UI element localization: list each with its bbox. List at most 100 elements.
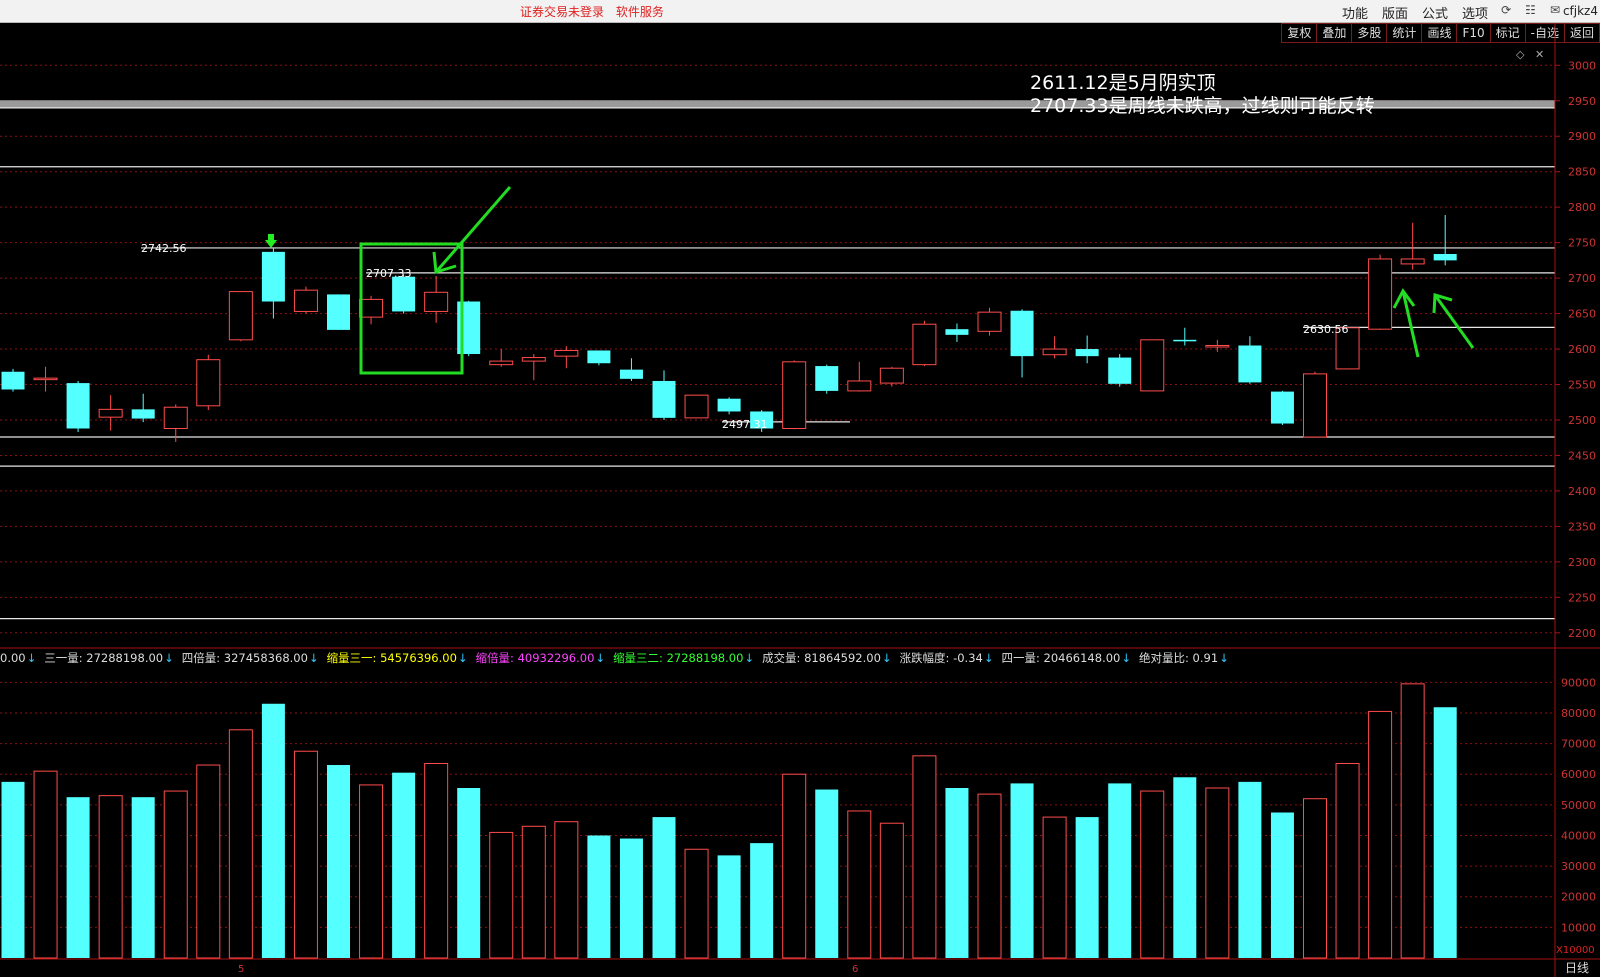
y-tick-label: 2650 [1568,308,1596,321]
volume-bar-up [782,773,807,959]
candle [1173,327,1197,346]
volume-bar-up [228,729,253,959]
indicator-text: 四倍量: 327458368.00 [181,651,308,665]
indicator-item: 四倍量: 327458368.00↓ [182,651,319,665]
candle-body-down [1238,345,1262,383]
y-tick-label: 2950 [1568,95,1596,108]
y-tick-label: 2850 [1568,166,1596,179]
indicator-item: 涨跌幅度: -0.34↓ [900,651,994,665]
volume-bar-up [196,764,221,959]
candle [1140,339,1165,392]
candle-body-up [1042,348,1067,356]
candle-body-down [392,276,416,312]
volume-bar-up [847,810,872,959]
volume-multiplier: X10000 [1556,945,1595,956]
volume-bar-up [424,762,449,959]
volume-bar-down [815,789,839,958]
period-day-label[interactable]: 日线 [1554,959,1600,977]
candle [131,393,155,423]
candle [1368,254,1393,330]
candle [98,395,123,431]
price-label-2742: 2742.56 [141,242,187,255]
arrow-down-icon: ↓ [1219,651,1229,665]
candle-body-up [977,311,1002,332]
candle-body-up [684,394,709,419]
volume-bar-up [33,770,58,959]
volume-bar-down [1270,812,1294,958]
price-label-2707: 2707.33 [366,267,412,280]
y-tick-label: 2300 [1568,556,1596,569]
candle-body-down [652,380,676,418]
volume-bar-down [392,772,416,958]
candle-body-up [1303,373,1327,438]
candle-body-up [912,323,937,366]
volume-bar-down [1238,781,1262,958]
candle [652,370,676,420]
indicator-item: 四一量: 20466148.00↓ [1002,651,1132,665]
candle-body-up [521,357,546,362]
volume-bar-down [1,781,25,958]
diamond-icon[interactable]: ◇ [1516,48,1525,61]
indicator-text: 绝对量比: 0.91 [1139,651,1219,665]
arrow-down-icon: ↓ [308,651,319,665]
volume-bar-down [1173,777,1197,958]
candle [327,294,350,330]
volume-bar-down [1433,707,1457,958]
price-grid [0,64,1555,634]
candle-body-down [131,409,155,419]
volume-bar-up [554,821,579,959]
y-tick-label: 2200 [1568,627,1596,640]
candle [684,394,709,419]
candle [782,360,807,430]
arrow-down-icon: ↓ [744,651,755,665]
candle [945,323,969,342]
price-label-2497: 2497.31 [722,418,768,431]
annotation-line2: 2707.33是周线未跌高，过线则可能反转 [1030,95,1375,117]
candle-body-down [261,251,285,302]
candle [1303,371,1327,438]
y-tick-label: 2450 [1568,449,1596,462]
indicator-text: 缩倍量: 40932296.00 [475,651,595,665]
candle-body-up [196,359,221,407]
candle [977,307,1002,336]
candle [293,286,318,314]
annotation-line1: 2611.12是5月阴实顶 [1030,72,1216,94]
volume-bar-up [489,831,514,959]
volume-bar-up [293,750,318,959]
candle-body-down [815,366,839,391]
y-tick-label: 2900 [1568,130,1596,143]
volume-bar-up [684,848,709,959]
indicator-item: 0.00↓ [0,651,36,665]
candle [717,397,741,415]
indicator-text: 成交量: 81864592.00 [762,651,881,665]
month-label-5: 5 [238,964,244,975]
candle-body-down [717,398,741,412]
candle [33,366,58,392]
volume-tick-label: 30000 [1561,860,1596,873]
candle [619,358,643,381]
candle-body-down [1270,391,1294,424]
y-tick-label: 2500 [1568,414,1596,427]
volume-tick-label: 20000 [1561,891,1596,904]
close-small-icon[interactable]: ✕ [1535,48,1544,61]
kline-chart[interactable]: 2200 2250 2300 2350 2400 2450 2500 2550 2600 2650… [0,0,1600,977]
month-label-6: 6 [852,964,858,975]
volume-bar-up [1303,798,1327,959]
candle [1400,222,1425,270]
y-tick-label: 2750 [1568,237,1596,250]
volume-bar-up [1205,787,1230,959]
candle [424,275,449,323]
volume-bar-down [619,838,643,958]
volume-bar-down [131,797,155,958]
volume-tick-label: 40000 [1561,829,1596,842]
indicator-item: 缩量三一: 54576396.00↓ [327,651,468,665]
candle-body-up [879,367,904,384]
candle [163,404,188,442]
volume-bar-up [359,784,384,959]
volume-axis: 10000 20000 30000 40000 50000 60000 70000 80000… [1561,676,1596,934]
candle [521,354,546,381]
arrow-down-icon: ↓ [983,651,994,665]
volume-tick-label: 60000 [1561,768,1596,781]
candle [392,274,416,314]
arrow-down-icon: ↓ [457,651,468,665]
